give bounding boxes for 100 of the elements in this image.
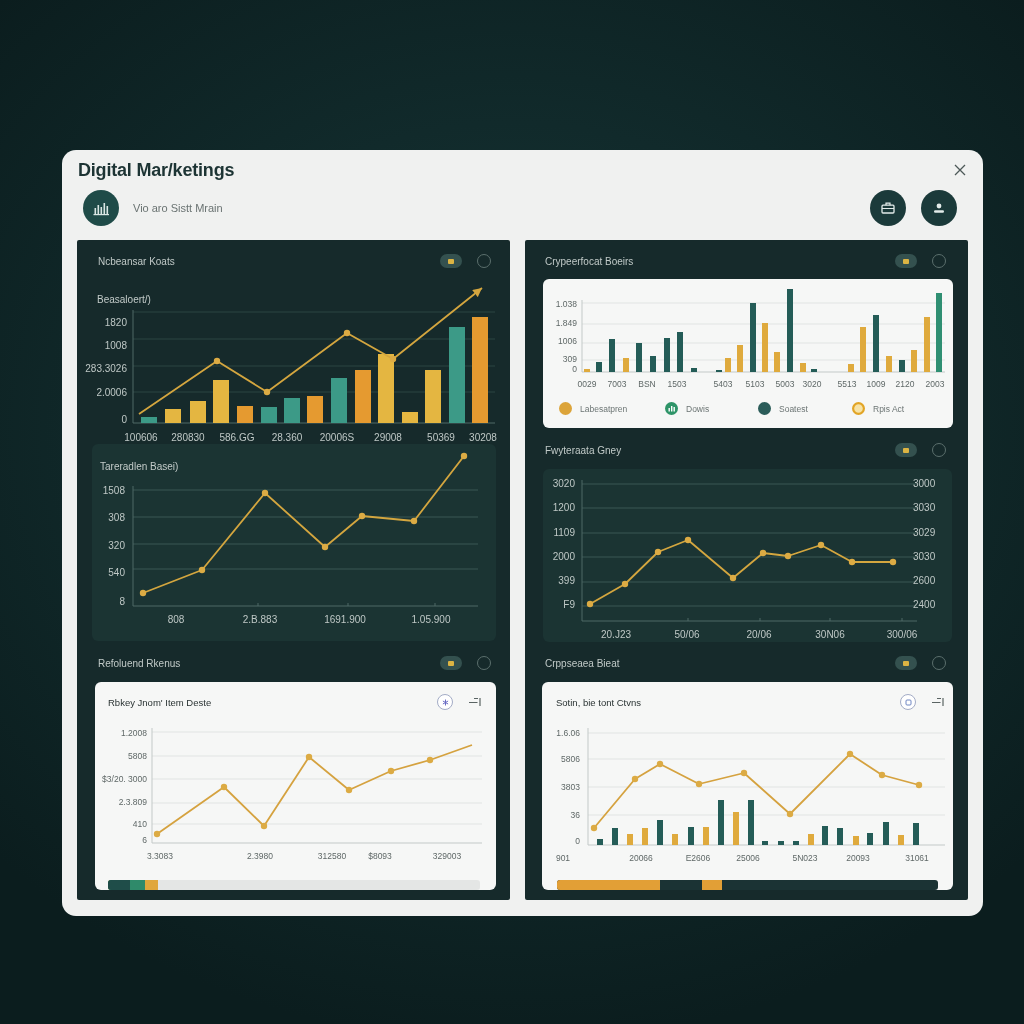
toolbar-button[interactable] [921, 190, 957, 226]
legend-label: Soatest [779, 403, 808, 414]
data-point [590, 824, 598, 832]
axis-label: 36 [570, 810, 580, 820]
axis-label: 2.3980 [247, 851, 273, 861]
axis-label: 1200 [552, 501, 575, 513]
data-point [817, 541, 825, 549]
chart-bar [762, 841, 768, 845]
chart-bar [672, 834, 678, 845]
bar-chart-icon [83, 190, 119, 226]
data-point [878, 771, 886, 779]
chart-bar [355, 370, 371, 423]
axis-label: 50/06 [674, 628, 700, 640]
axis-label: 7003 [607, 379, 627, 389]
axis-label: 20.J23 [601, 628, 631, 640]
chart-bar [853, 836, 859, 845]
data-point [848, 558, 856, 566]
data-point [740, 769, 748, 777]
chart-bar [774, 352, 780, 372]
axis-label: 20006S [319, 431, 355, 443]
data-point [305, 753, 313, 761]
axis-label: 5103 [745, 379, 765, 389]
axis-label: 1503 [667, 379, 687, 389]
chart-bar [612, 828, 618, 845]
axis-label: 1.05.900 [411, 613, 451, 625]
data-point [261, 489, 269, 497]
axis-label: 329003 [432, 851, 462, 861]
axis-label: 5808 [128, 751, 147, 761]
asterisk-icon [441, 698, 449, 706]
data-point [387, 767, 395, 775]
axis-label: 1.2008 [121, 728, 147, 738]
chart-bar [898, 835, 904, 845]
axis-label: 2.3.809 [118, 797, 147, 807]
chart-bar [800, 363, 806, 372]
chart-bar [703, 827, 709, 845]
chart-bar [650, 356, 656, 372]
axis-label: BSN [638, 379, 656, 389]
axis-label: 5N023 [792, 853, 818, 863]
axis-label: 309 [562, 354, 577, 364]
chart-bar [596, 362, 602, 372]
axis-label: 3803 [561, 782, 580, 792]
axis-label: 3020 [802, 379, 822, 389]
data-point [153, 830, 161, 838]
card-tool-button[interactable] [931, 696, 945, 708]
card-action-button[interactable] [437, 694, 453, 710]
section-title: Crypeerfocat Boeirs [545, 255, 635, 267]
panel-action-button[interactable] [895, 656, 917, 670]
data-point [621, 580, 629, 588]
chart-bar [737, 345, 743, 372]
axis-label: 6 [142, 835, 147, 845]
data-point [846, 750, 854, 758]
data-point [198, 566, 206, 574]
chart-bar [718, 800, 724, 845]
axis-label: 3029 [913, 526, 936, 538]
section-title: Ncbeansar Koats [98, 255, 176, 267]
chart-bar [425, 370, 441, 423]
axis-label: 5806 [561, 754, 580, 764]
data-point [213, 357, 221, 365]
axis-label: 1691.900 [324, 613, 366, 625]
axis-label: 5403 [713, 379, 733, 389]
square-icon [448, 660, 454, 666]
chart-bar [911, 350, 917, 372]
chart-bar [402, 412, 418, 423]
chart-title: Tareradlen Basei) [100, 460, 179, 472]
data-point [389, 355, 397, 363]
user-icon [932, 202, 946, 214]
square-icon [448, 258, 454, 264]
legend-label: Labesatpren [580, 403, 628, 414]
toolbar-button[interactable] [870, 190, 906, 226]
chart-bar [883, 822, 889, 845]
chart-bar [307, 396, 323, 423]
panel-action-button[interactable] [440, 656, 462, 670]
axis-label: 8 [119, 595, 125, 607]
briefcase-icon [881, 202, 895, 214]
chart-bar [811, 369, 817, 372]
data-point [889, 558, 897, 566]
chart-bar [725, 358, 731, 372]
chart-bar [873, 315, 879, 372]
data-point [656, 760, 664, 768]
chart-bar [867, 833, 873, 845]
panel-action-button[interactable] [440, 254, 462, 268]
axis-label: 20066 [629, 853, 653, 863]
panel-action-button[interactable] [895, 443, 917, 457]
axis-label: 2000 [552, 550, 575, 562]
chart-bar [691, 368, 697, 372]
chart-bar [378, 354, 394, 423]
axis-label: 280830 [171, 431, 205, 443]
chart-bar [688, 827, 694, 845]
chart-bar [657, 820, 663, 845]
chart-bar [261, 407, 277, 423]
axis-label: 1508 [102, 484, 125, 496]
data-point [654, 548, 662, 556]
card-tool-button[interactable] [468, 696, 482, 708]
close-button[interactable] [952, 162, 968, 178]
panel-action-button[interactable] [895, 254, 917, 268]
axis-label: 20/06 [746, 628, 772, 640]
data-point [220, 783, 228, 791]
axis-label: 410 [132, 819, 147, 829]
chart-bar [899, 360, 905, 372]
window-title: Digital Mar/ketings [78, 159, 235, 181]
